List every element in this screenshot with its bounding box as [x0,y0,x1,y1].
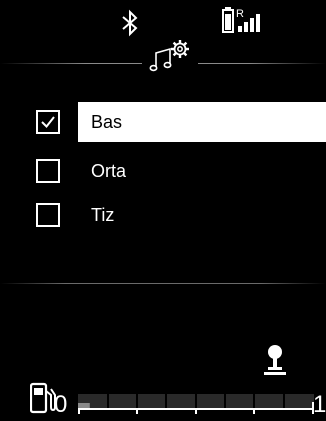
bluetooth-icon [122,9,138,37]
fuel-gauge-fill [78,403,90,408]
option-label: Tiz [91,205,115,225]
option-bas[interactable]: Bas [0,102,326,142]
option-tiz[interactable]: Tiz [0,195,326,235]
checkbox-bas[interactable] [36,110,60,134]
option-orta-item[interactable]: Orta [78,151,326,191]
option-tiz-item[interactable]: Tiz [78,195,326,235]
battery-roaming-signal-icon: R [222,7,260,33]
fuel-gauge-min-label: 0 [54,391,68,418]
header-divider-right [198,63,326,64]
option-label: Orta [91,161,127,181]
fuel-gauge [78,394,314,414]
header-divider-left [0,63,142,64]
option-orta[interactable]: Orta [0,151,326,191]
gear-shift-icon [264,345,286,375]
option-bas-highlight[interactable]: Bas [78,102,326,142]
section-divider [0,283,326,284]
fuel-gauge-max-label: 1 [313,391,326,418]
checkbox-orta[interactable] [36,159,60,183]
checkmark-icon [41,116,55,129]
checkbox-tiz[interactable] [36,203,60,227]
audio-tone-screen: R Bas Orta Tiz 0 1 [0,0,326,421]
music-settings-icon [149,40,189,72]
fuel-pump-icon [30,382,56,414]
option-label: Bas [91,112,123,132]
roaming-indicator: R [236,8,244,20]
